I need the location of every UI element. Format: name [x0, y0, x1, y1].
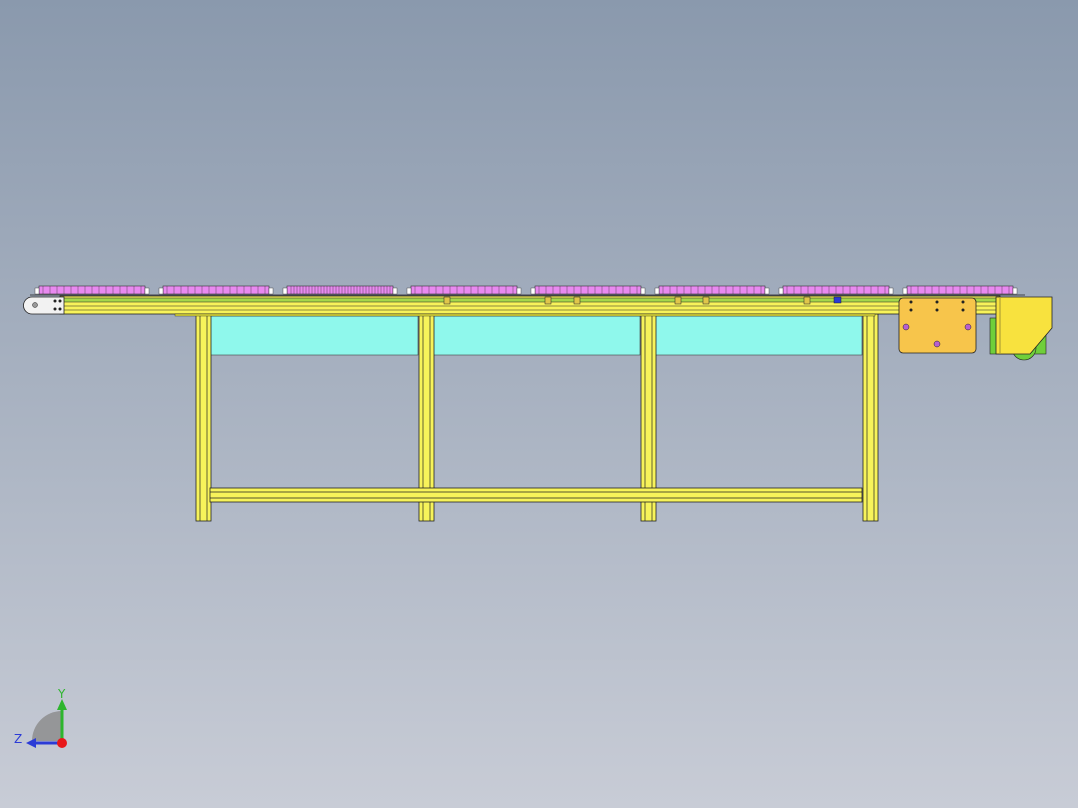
z-axis-arrow — [26, 738, 36, 748]
triad-origin — [57, 738, 67, 748]
idler-end-plate — [23, 296, 65, 315]
beam-clamp — [803, 296, 811, 305]
axis-triad: Y Z — [14, 687, 67, 748]
pallet — [778, 285, 894, 295]
pallet — [902, 285, 1018, 295]
motor-mount-plate — [898, 297, 977, 354]
beam-clamp — [573, 296, 581, 305]
pallet — [158, 285, 274, 295]
viewport-background — [0, 0, 1078, 808]
pallet — [406, 285, 522, 295]
beam-clamp — [443, 296, 451, 305]
cad-viewport[interactable]: Y Z — [0, 0, 1078, 808]
guard-panel — [209, 315, 419, 356]
guard-panel — [431, 315, 641, 356]
sensor-block — [833, 296, 842, 304]
frame-leg — [862, 313, 879, 522]
frame-crossbar — [209, 487, 863, 503]
pallet — [282, 285, 398, 295]
pallet — [34, 285, 150, 295]
guard-panel — [654, 315, 863, 356]
conveyor-beam — [30, 294, 1025, 317]
beam-clamp — [674, 296, 682, 305]
frame-leg — [195, 313, 212, 522]
conveyor-model[interactable] — [0, 0, 1078, 808]
gear-motor — [989, 296, 1053, 361]
beam-clamp — [702, 296, 710, 305]
y-axis-label: Y — [57, 687, 66, 701]
triad-arc — [32, 711, 62, 741]
pallet — [530, 285, 646, 295]
z-axis-label: Z — [14, 732, 22, 746]
guard-panels — [209, 315, 863, 356]
pallet — [654, 285, 770, 295]
beam-clamp — [544, 296, 552, 305]
